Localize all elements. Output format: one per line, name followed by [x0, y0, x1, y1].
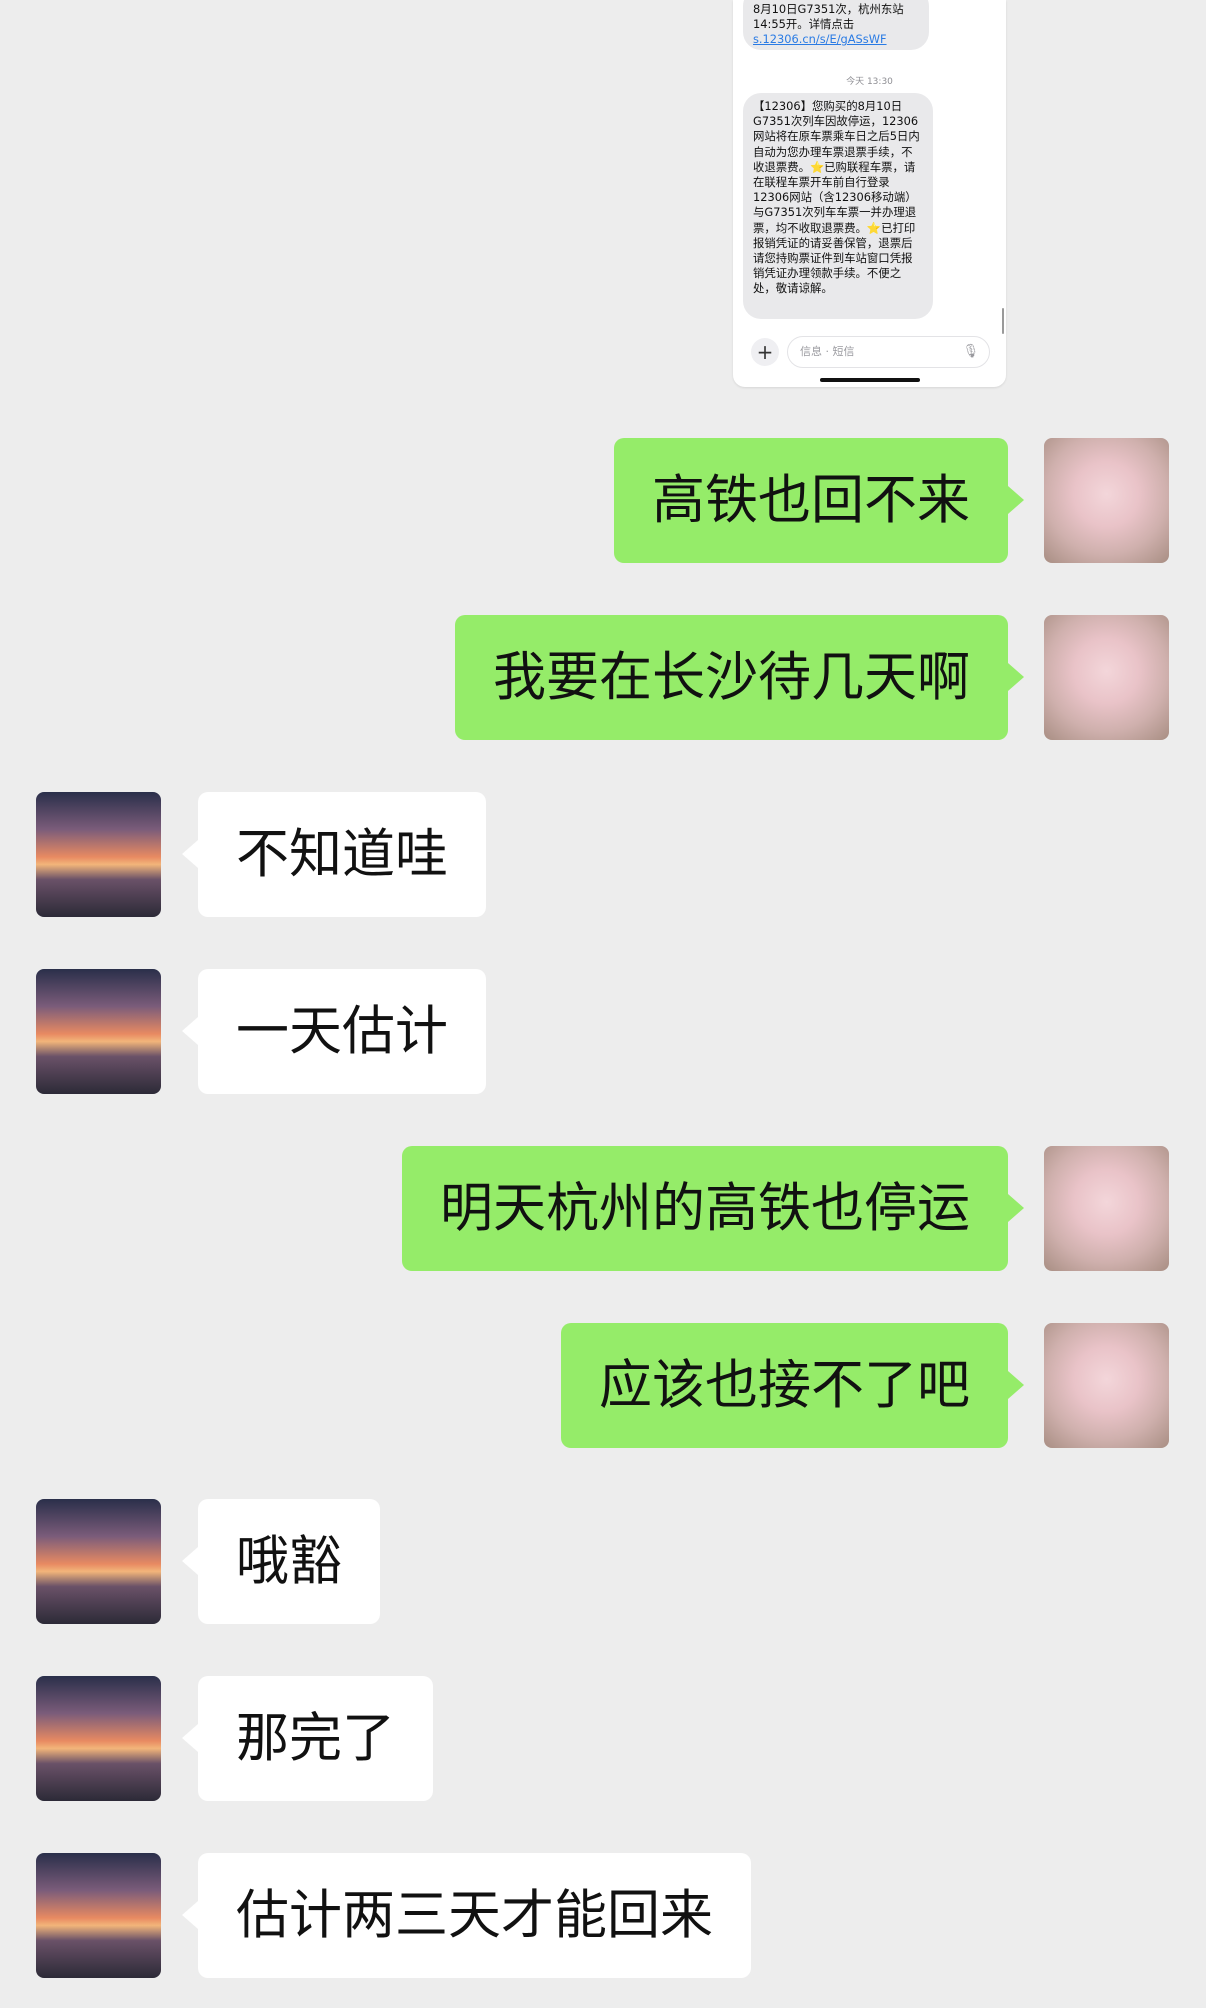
contact-avatar[interactable]	[36, 1499, 161, 1624]
contact-avatar[interactable]	[36, 1853, 161, 1978]
sms-input-placeholder: 信息 · 短信	[800, 345, 855, 358]
home-indicator	[820, 378, 920, 382]
message-text: 估计两三天才能回来	[236, 1885, 713, 1946]
plus-icon: +	[751, 338, 779, 366]
message-text: 明天杭州的高铁也停运	[440, 1178, 970, 1239]
sms-scrollbar	[1002, 308, 1004, 334]
contact-avatar[interactable]	[36, 969, 161, 1094]
message-text: 那完了	[236, 1708, 395, 1769]
sms-previous-message: 8月10日G7351次，杭州东站14:55开。详情点击 s.12306.cn/s…	[743, 0, 929, 50]
sms-previous-link[interactable]: s.12306.cn/s/E/gASsWF	[753, 32, 887, 46]
my-avatar[interactable]	[1044, 1146, 1169, 1271]
my-avatar[interactable]	[1044, 1323, 1169, 1448]
message-bubble-other[interactable]: 不知道哇	[182, 792, 486, 917]
message-text: 不知道哇	[236, 824, 448, 885]
message-bubble-me[interactable]: 明天杭州的高铁也停运	[402, 1146, 1024, 1271]
sms-input-field: 信息 · 短信 🎙	[787, 336, 990, 368]
message-bubble-other[interactable]: 一天估计	[182, 969, 486, 1094]
message-text: 高铁也回不来	[652, 470, 970, 531]
message-bubble-other[interactable]: 那完了	[182, 1676, 433, 1801]
message-bubble-me[interactable]: 我要在长沙待几天啊	[455, 615, 1024, 740]
contact-avatar[interactable]	[36, 792, 161, 917]
shared-sms-screenshot[interactable]: 8月10日G7351次，杭州东站14:55开。详情点击 s.12306.cn/s…	[733, 0, 1006, 387]
message-bubble-other[interactable]: 估计两三天才能回来	[182, 1853, 751, 1978]
sms-cancellation-message: 【12306】您购买的8月10日G7351次列车因故停运，12306网站将在原车…	[743, 93, 933, 319]
message-text: 应该也接不了吧	[599, 1355, 970, 1416]
message-bubble-me[interactable]: 应该也接不了吧	[561, 1323, 1024, 1448]
contact-avatar[interactable]	[36, 1676, 161, 1801]
message-text: 哦豁	[236, 1531, 342, 1592]
my-avatar[interactable]	[1044, 438, 1169, 563]
message-text: 我要在长沙待几天啊	[493, 647, 970, 708]
message-text: 一天估计	[236, 1001, 448, 1062]
sms-timestamp: 今天 13:30	[846, 77, 893, 87]
microphone-icon: 🎙	[962, 344, 979, 359]
message-bubble-other[interactable]: 哦豁	[182, 1499, 380, 1624]
my-avatar[interactable]	[1044, 615, 1169, 740]
sms-previous-text: 8月10日G7351次，杭州东站14:55开。详情点击	[753, 2, 904, 32]
message-bubble-me[interactable]: 高铁也回不来	[614, 438, 1024, 563]
